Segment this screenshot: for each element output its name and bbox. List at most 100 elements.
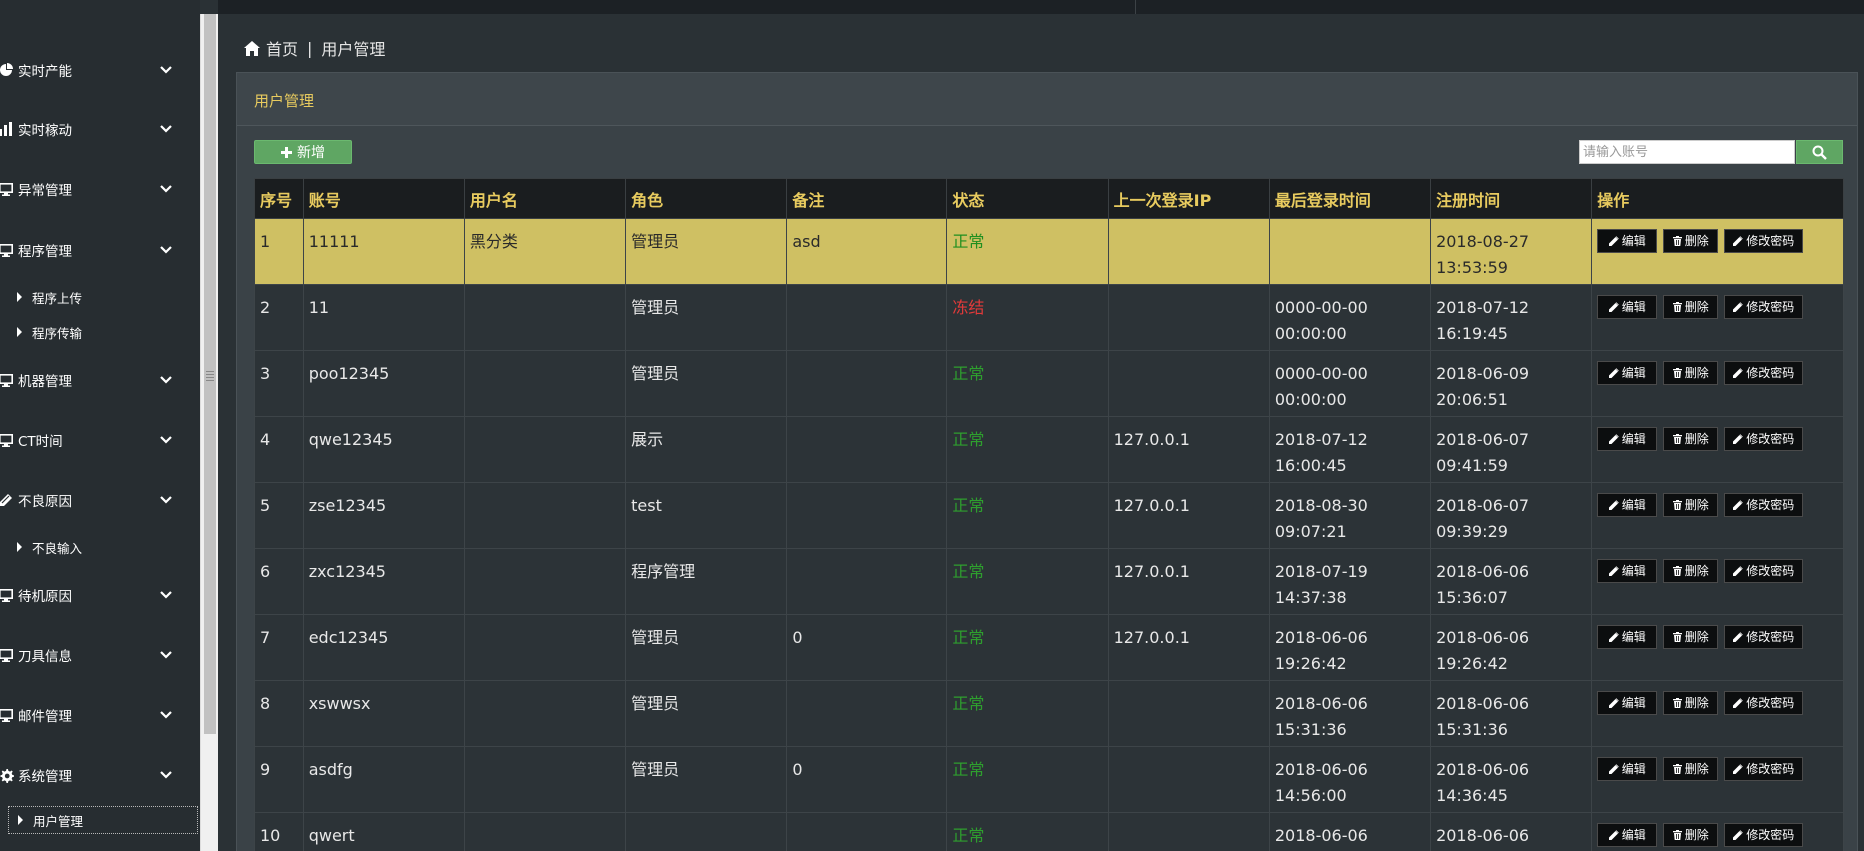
- sidebar-item-defect-reason[interactable]: 不良原因: [0, 485, 196, 515]
- account-search-input[interactable]: [1579, 140, 1795, 164]
- home-icon[interactable]: [244, 40, 260, 56]
- table-row[interactable]: 4 qwe12345 展示 正常 127.0.0.1 2018-07-12 16:00:45…: [254, 416, 1844, 483]
- cell-username: [463, 746, 627, 813]
- delete-button[interactable]: 删除: [1663, 691, 1719, 715]
- register-date: 2018-08-27: [1436, 232, 1530, 251]
- table-row[interactable]: 10 qwert 正常 2018-06-06 2018-06-06 编辑 删除 修改密码: [254, 812, 1844, 851]
- edit-label: 编辑: [1621, 498, 1646, 512]
- table-row[interactable]: 6 zxc12345 程序管理 正常 127.0.0.1 2018-07-19 14:37:…: [254, 548, 1844, 615]
- edit-button[interactable]: 编辑: [1597, 361, 1658, 385]
- table-row[interactable]: 5 zse12345 test 正常 127.0.0.1 2018-08-30 09:07:…: [254, 482, 1844, 549]
- cell-status: 正常: [946, 746, 1109, 813]
- chevron-down-icon: [160, 496, 172, 504]
- chevron-down-icon: [160, 591, 172, 599]
- column-header-note: 备注: [786, 178, 948, 219]
- change-password-button[interactable]: 修改密码: [1724, 361, 1804, 385]
- sidebar-subitem-program-transfer[interactable]: 程序传输: [0, 318, 196, 346]
- pencil-icon: [1608, 566, 1619, 576]
- change-password-label: 修改密码: [1746, 432, 1795, 446]
- edit-button[interactable]: 编辑: [1597, 559, 1658, 583]
- sidebar-item-system-mgmt[interactable]: 系统管理: [0, 760, 196, 790]
- sidebar-item-tool-info[interactable]: 刀具信息: [0, 640, 196, 670]
- delete-button[interactable]: 删除: [1663, 427, 1719, 451]
- change-password-button[interactable]: 修改密码: [1724, 229, 1804, 253]
- edit-label: 编辑: [1621, 366, 1646, 380]
- delete-button[interactable]: 删除: [1663, 229, 1719, 253]
- delete-button[interactable]: 删除: [1663, 559, 1719, 583]
- cell-actions: 编辑 删除 修改密码: [1591, 284, 1844, 351]
- edit-button[interactable]: 编辑: [1597, 493, 1658, 517]
- sidebar-item-exception-mgmt[interactable]: 异常管理: [0, 174, 196, 204]
- delete-button[interactable]: 删除: [1663, 493, 1719, 517]
- cell-role: 展示: [625, 416, 788, 483]
- delete-button[interactable]: 删除: [1663, 757, 1719, 781]
- sidebar-item-mail-mgmt[interactable]: 邮件管理: [0, 700, 196, 730]
- change-password-button[interactable]: 修改密码: [1724, 427, 1804, 451]
- delete-label: 删除: [1684, 366, 1709, 380]
- edit-button[interactable]: 编辑: [1597, 427, 1658, 451]
- table-row[interactable]: 9 asdfg 管理员 0 正常 2018-06-06 14:56:00 2018-06-06…: [254, 746, 1844, 813]
- change-password-button[interactable]: 修改密码: [1724, 757, 1804, 781]
- breadcrumb-home-link[interactable]: 首页: [266, 36, 298, 60]
- chevron-down-icon: [160, 651, 172, 659]
- pencil-icon: [1733, 302, 1744, 312]
- pencil-icon: [1608, 368, 1619, 378]
- cell-last-ip: 127.0.0.1: [1107, 416, 1270, 483]
- sidebar-item-label: CT时间: [18, 434, 63, 450]
- edit-button[interactable]: 编辑: [1597, 229, 1658, 253]
- delete-button[interactable]: 删除: [1663, 361, 1719, 385]
- edit-button[interactable]: 编辑: [1597, 625, 1658, 649]
- table-row[interactable]: 8 xswwsx 管理员 正常 2018-06-06 15:31:36 2018-06-06…: [254, 680, 1844, 747]
- column-header-no: 序号: [254, 178, 304, 219]
- change-password-button[interactable]: 修改密码: [1724, 493, 1804, 517]
- edit-button[interactable]: 编辑: [1597, 757, 1658, 781]
- cell-last-login: 2018-08-30 09:07:21: [1268, 482, 1432, 549]
- delete-button[interactable]: 删除: [1663, 295, 1719, 319]
- sidebar-item-machine-mgmt[interactable]: 机器管理: [0, 365, 196, 395]
- edit-button[interactable]: 编辑: [1597, 691, 1658, 715]
- sidebar-item-realtime-capacity[interactable]: 实时产能: [0, 55, 196, 85]
- change-password-button[interactable]: 修改密码: [1724, 559, 1804, 583]
- edit-icon: [0, 490, 16, 510]
- change-password-button[interactable]: 修改密码: [1724, 625, 1804, 649]
- cell-no: 4: [254, 416, 304, 483]
- cell-username: 黑分类: [463, 218, 627, 285]
- table-row[interactable]: 2 11 管理员 冻结 0000-00-00 00:00:00 2018-07-12 16:1…: [254, 284, 1844, 351]
- delete-label: 删除: [1684, 762, 1709, 776]
- sidebar-item-ct-time[interactable]: CT时间: [0, 425, 196, 455]
- pencil-icon: [1733, 830, 1744, 840]
- edit-button[interactable]: 编辑: [1597, 295, 1658, 319]
- chevron-down-icon: [160, 436, 172, 444]
- sidebar-subitem-program-upload[interactable]: 程序上传: [0, 283, 196, 311]
- last-login-date: 2018-08-30: [1274, 496, 1368, 515]
- sidebar-subitem-user-mgmt[interactable]: 用户管理: [8, 806, 198, 834]
- edit-button[interactable]: 编辑: [1597, 823, 1658, 847]
- sidebar-subitem-defect-input[interactable]: 不良输入: [0, 533, 196, 561]
- sidebar-item-realtime-utilization[interactable]: 实时稼动: [0, 114, 196, 144]
- status-label: 正常: [952, 826, 985, 845]
- add-user-button[interactable]: 新增: [254, 140, 352, 164]
- change-password-button[interactable]: 修改密码: [1724, 823, 1804, 847]
- last-login-time: 09:07:21: [1274, 522, 1347, 541]
- cell-account: zxc12345: [302, 548, 465, 615]
- sidebar-item-label: 待机原因: [18, 589, 72, 605]
- delete-button[interactable]: 删除: [1663, 625, 1719, 649]
- delete-button[interactable]: 删除: [1663, 823, 1719, 847]
- cell-register-time: 2018-06-07 09:41:59: [1430, 416, 1593, 483]
- table-row[interactable]: 3 poo12345 管理员 正常 0000-00-00 00:00:00 2018-06-…: [254, 350, 1844, 417]
- table-row[interactable]: 1 11111 黑分类 管理员 asd 正常 2018-08-27 13:53:59 编辑 删除修…: [254, 218, 1844, 285]
- top-bar: [218, 0, 1864, 14]
- cell-actions: 编辑 删除 修改密码: [1591, 350, 1844, 417]
- change-password-button[interactable]: 修改密码: [1724, 295, 1804, 319]
- table-row[interactable]: 7 edc12345 管理员 0 正常 127.0.0.1 2018-06-06 19:26:…: [254, 614, 1844, 681]
- search-button[interactable]: [1796, 140, 1843, 164]
- sidebar-item-standby-reason[interactable]: 待机原因: [0, 580, 196, 610]
- register-date: 2018-07-12: [1436, 298, 1530, 317]
- cell-account: qwe12345: [302, 416, 465, 483]
- scrollbar-grip: [206, 371, 214, 383]
- change-password-button[interactable]: 修改密码: [1724, 691, 1804, 715]
- sidebar-item-program-mgmt[interactable]: 程序管理: [0, 235, 196, 265]
- breadcrumb: 首页 | 用户管理: [244, 36, 385, 60]
- sidebar-scrollbar[interactable]: [200, 14, 218, 851]
- cell-no: 1: [254, 218, 304, 285]
